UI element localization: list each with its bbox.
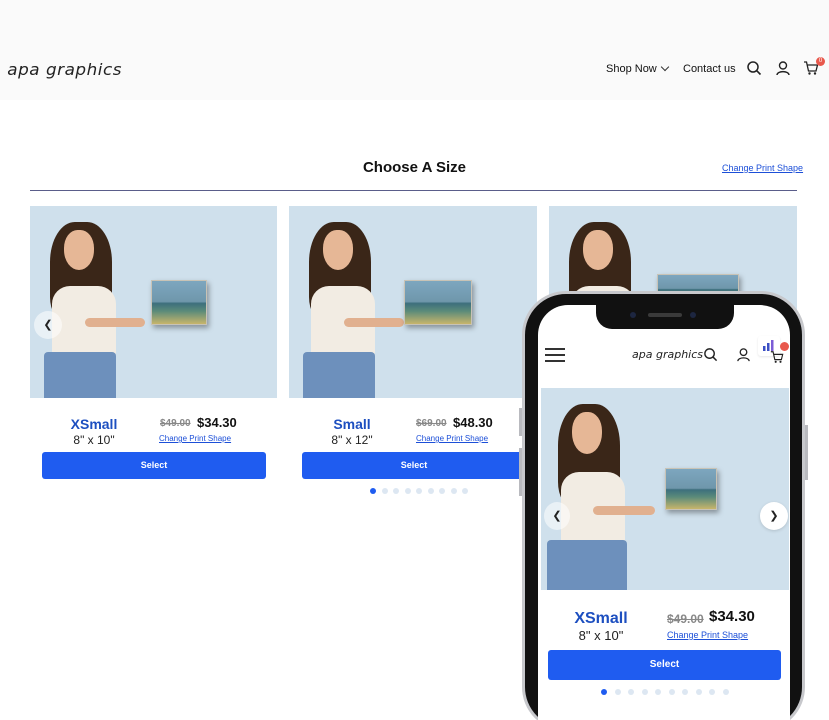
print-preview-photo: [665, 468, 717, 510]
size-dimensions: 8" x 12": [331, 433, 373, 447]
print-preview-photo: [151, 280, 207, 325]
carousel-dot[interactable]: [722, 689, 729, 695]
sale-price: $34.30: [197, 415, 237, 430]
page-title: Choose A Size: [362, 159, 467, 176]
carousel-dot[interactable]: [439, 488, 445, 494]
carousel-dot[interactable]: [628, 689, 634, 695]
product-image-small[interactable]: [289, 206, 537, 398]
size-dimensions: 8" x 10": [578, 628, 624, 643]
carousel-dot[interactable]: [404, 488, 411, 494]
old-price: $49.00: [667, 612, 704, 626]
change-print-shape-link[interactable]: Change Print Shape: [667, 630, 748, 640]
nav-shop-now[interactable]: Shop Now: [606, 62, 670, 75]
carousel-dot[interactable]: [601, 689, 607, 695]
size-name: Small: [333, 416, 371, 432]
old-price: $49.00: [160, 418, 191, 429]
carousel-dot[interactable]: [641, 689, 648, 695]
carousel-dot[interactable]: [668, 689, 675, 695]
hamburger-menu-icon[interactable]: [545, 348, 565, 362]
user-icon[interactable]: [775, 60, 791, 76]
carousel-dot[interactable]: [381, 488, 388, 494]
title-divider: [30, 190, 797, 191]
phone-side-button: [805, 425, 808, 480]
brand-logo[interactable]: apa graphics: [7, 60, 122, 79]
carousel-dot[interactable]: [655, 689, 661, 695]
phone-side-button: [519, 408, 522, 436]
size-dimensions: 8" x 10": [73, 433, 115, 447]
select-button-label: Select: [400, 460, 428, 470]
carousel-dot[interactable]: [393, 488, 399, 494]
carousel-prev-button[interactable]: ❮: [544, 502, 570, 530]
carousel-next-button[interactable]: ❯: [760, 502, 788, 530]
product-image-xsmall[interactable]: [30, 206, 277, 398]
change-print-shape-link[interactable]: Change Print Shape: [722, 163, 803, 173]
carousel-dot[interactable]: [462, 488, 468, 494]
cart-count-badge: 0: [816, 57, 825, 66]
user-icon[interactable]: [736, 347, 751, 362]
change-print-shape-link[interactable]: Change Print Shape: [159, 434, 231, 443]
mobile-product-image[interactable]: [541, 388, 789, 590]
select-button[interactable]: Select: [42, 452, 266, 479]
print-preview-photo: [404, 280, 472, 325]
carousel-dot[interactable]: [450, 488, 457, 494]
carousel-dot[interactable]: [695, 689, 702, 695]
old-price: $69.00: [416, 418, 447, 429]
carousel-prev-button[interactable]: ❮: [34, 311, 62, 339]
search-icon[interactable]: [746, 60, 762, 76]
nav-shop-now-label: Shop Now: [606, 63, 657, 75]
select-button[interactable]: Select: [548, 650, 781, 680]
phone-sensor: [690, 312, 696, 318]
sale-price: $34.30: [709, 608, 755, 625]
size-name: XSmall: [70, 416, 118, 432]
carousel-dot[interactable]: [427, 488, 434, 494]
cart-count-badge: [780, 342, 789, 351]
chevron-down-icon: [660, 62, 670, 72]
change-print-shape-link[interactable]: Change Print Shape: [416, 434, 488, 443]
select-button[interactable]: Select: [302, 452, 526, 479]
site-header: apa graphics Shop Now Contact us 0: [0, 0, 829, 100]
phone-notch: [596, 305, 734, 329]
mobile-brand-logo[interactable]: apa graphics: [632, 348, 703, 361]
carousel-dot[interactable]: [416, 488, 422, 494]
phone-camera: [630, 312, 636, 318]
cart-icon[interactable]: [770, 350, 784, 364]
carousel-dot[interactable]: [709, 689, 715, 695]
carousel-dot[interactable]: [682, 689, 688, 695]
sale-price: $48.30: [453, 415, 493, 430]
size-name: XSmall: [574, 610, 628, 627]
carousel-dot[interactable]: [370, 488, 376, 494]
nav-contact-us[interactable]: Contact us: [683, 63, 736, 75]
phone-side-button: [519, 448, 522, 496]
search-icon[interactable]: [703, 347, 718, 362]
carousel-dot[interactable]: [614, 689, 621, 695]
phone-speaker: [648, 313, 682, 317]
